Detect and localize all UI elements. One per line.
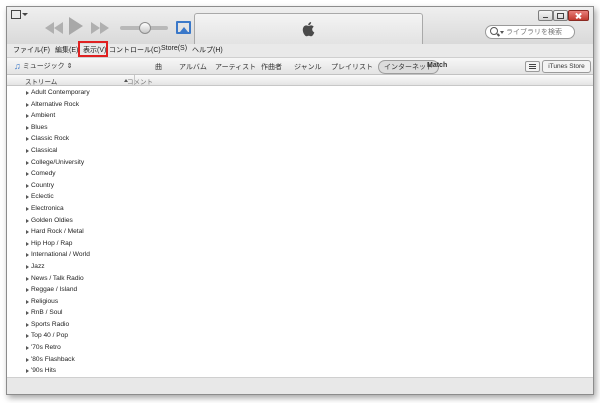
list-item-label: Hard Rock / Metal [31,228,84,236]
close-button[interactable] [568,10,589,21]
list-view-icon[interactable] [525,61,540,72]
list-item[interactable]: Classical [7,145,593,157]
list-item-label: Adult Contemporary [31,89,90,96]
column-header: ストリーム コメント [7,75,593,86]
minimize-button[interactable] [538,10,553,21]
list-item-label: Religious [31,297,59,305]
list-item[interactable]: Adult Contemporary [7,87,593,99]
list-item-label: '70s Retro [31,344,61,352]
list-item[interactable]: Hard Rock / Metal [7,226,593,238]
menu-help[interactable]: ヘルプ(H) [192,45,223,55]
maximize-button[interactable] [553,10,568,21]
list-item[interactable]: Country [7,180,593,192]
menu-file[interactable]: ファイル(F) [13,45,50,55]
status-display [194,13,423,45]
column-stream[interactable]: ストリーム [25,76,57,86]
list-item[interactable]: Sports Radio [7,319,593,331]
list-item[interactable]: Alternative Rock [7,99,593,111]
list-item-label: News / Talk Radio [31,274,84,282]
list-item-label: Blues [31,123,48,131]
list-item[interactable]: '80s Flashback [7,354,593,366]
library-label: ミュージック [22,63,65,70]
status-bar [7,377,593,394]
list-item-label: Golden Oldies [31,216,73,224]
list-item-label: Hip Hop / Rap [31,239,73,247]
list-item-label: College/University [31,158,85,166]
list-item[interactable]: Ambient [7,110,593,122]
list-item-label: Eclectic [31,193,54,201]
list-item[interactable]: Top 40 / Pop [7,330,593,342]
updown-icon: ⇕ [66,63,73,70]
search-input[interactable] [506,26,570,38]
chevron-down-icon [500,31,504,34]
tab-albums[interactable]: アルバム [179,62,207,72]
list-item[interactable]: International / World [7,249,593,261]
list-item-label: Classical [31,146,58,154]
tab-playlists[interactable]: プレイリスト [331,62,373,72]
play-icon[interactable] [69,17,83,35]
tab-match[interactable]: Match [427,62,447,69]
list-item[interactable]: Comedy [7,168,593,180]
apple-logo-icon [302,22,315,37]
list-item-label: '80s Flashback [31,355,75,363]
menu-controls[interactable]: コントロール(C) [109,45,161,55]
list-item[interactable]: Religious [7,296,593,308]
list-item-label: Jazz [31,262,45,270]
airplay-icon[interactable] [176,21,191,34]
list-item[interactable]: Reggae / Island [7,284,593,296]
list-item-label: Reggae / Island [31,286,78,294]
tab-songs[interactable]: 曲 [155,62,162,72]
tab-genres[interactable]: ジャンル [294,62,322,72]
list-item-label: '90s Hits [31,367,57,375]
list-item-label: Electronica [31,204,64,212]
rewind-icon[interactable] [45,21,63,39]
tab-composers[interactable]: 作曲者 [261,62,282,72]
list-item-label: RnB / Soul [31,309,63,317]
fast-forward-icon[interactable] [91,21,109,39]
list-item-label: Classic Rock [31,135,70,143]
list-item[interactable]: News / Talk Radio [7,273,593,285]
player-bar [7,7,593,45]
menu-edit[interactable]: 編集(E) [55,45,78,55]
list-item[interactable]: Classic Rock [7,133,593,145]
list-item[interactable]: Electronica [7,203,593,215]
stream-rows: Adult Contemporary Alternative Rock Ambien… [7,87,593,377]
nav-bar: ♫ ミュージック ⇕ 曲 アルバム アーティスト 作曲者 ジャンル プレイリスト … [7,58,593,75]
volume-slider[interactable] [120,22,168,34]
search-field[interactable] [485,25,575,39]
list-item[interactable]: Eclectic [7,191,593,203]
stream-list: ストリーム コメント Adult Contemporary Alternative… [7,75,593,394]
list-item-label: Sports Radio [31,320,70,328]
list-item[interactable]: '70s Retro [7,342,593,354]
list-item[interactable]: Blues [7,122,593,134]
music-note-icon: ♫ [14,61,21,71]
list-item-label: Top 40 / Pop [31,332,69,340]
list-item[interactable]: Golden Oldies [7,215,593,227]
library-selector[interactable]: ♫ ミュージック ⇕ [14,61,72,71]
tab-artists[interactable]: アーティスト [215,62,256,72]
list-item-label: Comedy [31,170,56,178]
list-item[interactable]: Jazz [7,261,593,273]
view-menu-highlight [78,41,108,57]
list-item[interactable]: '90s Hits [7,365,593,377]
menu-store[interactable]: Store(S) [161,45,187,52]
column-comment[interactable]: コメント [127,76,153,86]
itunes-store-button[interactable]: iTunes Store [542,60,591,73]
search-icon [490,27,498,35]
list-item[interactable]: Hip Hop / Rap [7,238,593,250]
window-menu-icon[interactable] [11,10,28,19]
list-item[interactable]: RnB / Soul [7,307,593,319]
itunes-window: ファイル(F) 編集(E) 表示(V) コントロール(C) Store(S) ヘ… [6,6,594,395]
volume-knob[interactable] [139,22,151,34]
list-item-label: International / World [31,251,90,259]
list-item-label: Alternative Rock [31,100,80,108]
list-item[interactable]: College/University [7,157,593,169]
list-item-label: Ambient [31,112,56,120]
list-item-label: Country [31,181,55,189]
